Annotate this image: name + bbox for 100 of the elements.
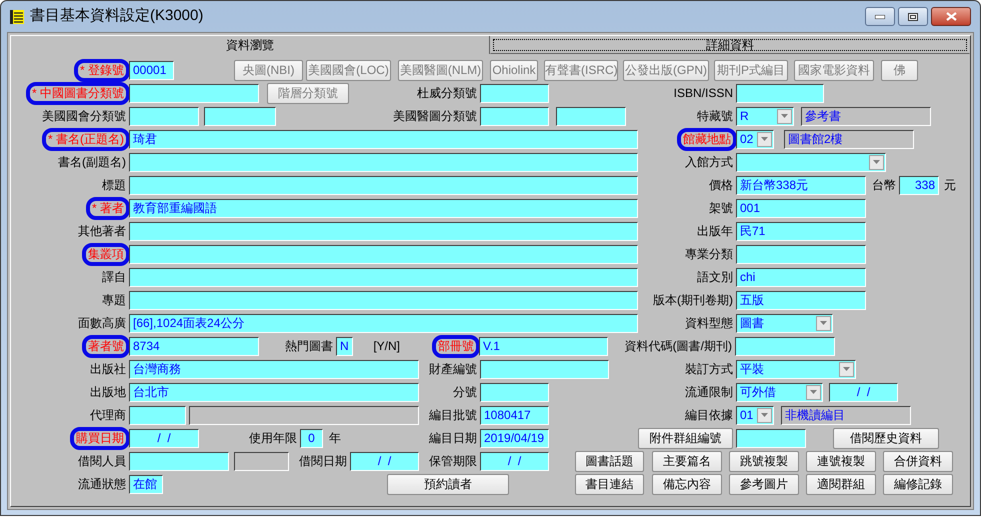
- minimize-button[interactable]: [865, 7, 895, 26]
- text-field[interactable]: [736, 84, 824, 102]
- text-field[interactable]: [129, 452, 229, 470]
- text-field[interactable]: [736, 244, 866, 264]
- action-button[interactable]: 預約讀者: [387, 474, 509, 494]
- field-label: 元: [944, 178, 956, 193]
- text-field[interactable]: 新台幣338元: [736, 176, 866, 194]
- text-field[interactable]: 001: [736, 198, 866, 218]
- field-label: 特藏號: [697, 109, 733, 124]
- field-label: 版本(期刊卷期): [653, 293, 733, 308]
- text-field[interactable]: chi: [736, 268, 866, 286]
- text-field[interactable]: 1080417: [480, 406, 549, 424]
- action-button[interactable]: 借閱歷史資料: [833, 428, 939, 448]
- text-field[interactable]: 0: [300, 428, 323, 448]
- caret-icon: [843, 367, 850, 371]
- field-label: 借閱人員: [78, 454, 126, 469]
- text-field[interactable]: [66],1024面表24公分: [129, 314, 638, 332]
- text-field[interactable]: 民71: [736, 222, 866, 240]
- text-field[interactable]: [480, 360, 609, 378]
- field-label: 價格: [709, 178, 733, 193]
- text-field[interactable]: [129, 176, 638, 194]
- action-button[interactable]: 適閱群組: [806, 474, 876, 494]
- field-label: 其他著者: [78, 224, 126, 239]
- text-field[interactable]: [735, 336, 835, 356]
- dropdown[interactable]: 可外借: [736, 382, 823, 402]
- caret-icon: [820, 321, 827, 325]
- field-label: ISBN/ISSN: [674, 86, 733, 101]
- action-button[interactable]: 合併資料: [883, 450, 953, 472]
- close-icon: [946, 12, 956, 21]
- maximize-button[interactable]: [898, 7, 928, 26]
- text-field[interactable]: 2019/04/19: [480, 428, 549, 448]
- action-button[interactable]: 書目連結: [575, 474, 644, 494]
- dropdown[interactable]: 01: [736, 406, 774, 424]
- dropdown[interactable]: 02: [736, 130, 774, 148]
- action-button[interactable]: 參考圖片: [729, 474, 799, 494]
- field-label: 杜威分類號: [417, 86, 477, 101]
- action-button[interactable]: 附件群組編號: [638, 428, 733, 448]
- minimize-icon: [875, 14, 885, 18]
- action-button[interactable]: 編修記錄: [883, 474, 953, 494]
- dropdown[interactable]: 圖書: [736, 314, 833, 332]
- text-field[interactable]: 參考書: [801, 106, 931, 126]
- text-field[interactable]: / /: [829, 382, 898, 402]
- text-field[interactable]: 8734: [129, 336, 259, 356]
- dropdown[interactable]: R: [736, 106, 794, 126]
- text-field[interactable]: 338: [899, 176, 939, 194]
- text-field[interactable]: [129, 152, 638, 172]
- text-field[interactable]: [129, 290, 638, 310]
- text-field[interactable]: 琦君: [129, 130, 638, 148]
- maximize-icon: [908, 12, 918, 20]
- tab[interactable]: 詳細資料: [490, 36, 970, 54]
- text-field[interactable]: [129, 406, 186, 424]
- text-field[interactable]: 圖書館2樓: [784, 130, 914, 148]
- field-label: 流通狀態: [78, 477, 126, 492]
- text-field[interactable]: 台北市: [129, 382, 419, 402]
- text-field[interactable]: / /: [350, 452, 419, 470]
- field-label: [Y/N]: [373, 339, 400, 354]
- action-button[interactable]: 主要篇名: [652, 450, 722, 472]
- text-field[interactable]: [129, 222, 638, 240]
- text-field[interactable]: [129, 268, 638, 286]
- action-button[interactable]: 跳號複製: [729, 450, 799, 472]
- text-field[interactable]: [480, 84, 549, 102]
- field-label: 專業分類: [685, 247, 733, 262]
- text-field[interactable]: 五版: [736, 290, 866, 310]
- text-field[interactable]: [129, 84, 259, 102]
- field-label: 美國國會分類號: [42, 109, 126, 124]
- text-field[interactable]: [736, 428, 806, 448]
- text-field[interactable]: 在館: [129, 474, 163, 494]
- text-field[interactable]: [189, 406, 419, 424]
- field-label: 資料代碼(圖書/期刊): [624, 339, 732, 354]
- notebook-icon: [10, 10, 24, 24]
- action-button[interactable]: 連號複製: [806, 450, 876, 472]
- window-title: 書目基本資料設定(K3000): [30, 6, 204, 26]
- text-field[interactable]: 00001: [129, 60, 174, 80]
- text-field[interactable]: [234, 452, 289, 470]
- text-field[interactable]: V.1: [479, 336, 608, 356]
- text-field[interactable]: 教育部重編國語: [129, 198, 638, 218]
- field-label: 美國醫圖分類號: [393, 109, 477, 124]
- text-field[interactable]: N: [336, 336, 353, 356]
- field-label: 借閱日期: [299, 454, 347, 469]
- dropdown[interactable]: 平裝: [736, 360, 856, 378]
- dropdown[interactable]: [736, 152, 886, 172]
- action-button[interactable]: 圖書話題: [575, 450, 644, 472]
- text-field[interactable]: / /: [480, 452, 549, 470]
- field-label: 財產編號: [429, 362, 477, 377]
- text-field[interactable]: 台灣商務: [129, 360, 419, 378]
- field-label: 標題: [102, 178, 126, 193]
- field-label: 語文別: [697, 270, 733, 285]
- text-field[interactable]: [480, 106, 549, 126]
- text-field[interactable]: [556, 106, 626, 126]
- text-field[interactable]: [129, 244, 638, 264]
- field-label: 書名(副題名): [58, 155, 126, 170]
- field-label: 專題: [102, 293, 126, 308]
- caret-icon: [761, 137, 768, 141]
- text-field[interactable]: [129, 106, 199, 126]
- text-field[interactable]: 非機讀編目: [781, 406, 911, 424]
- action-button[interactable]: 備忘內容: [652, 474, 722, 494]
- close-button[interactable]: [931, 7, 971, 26]
- text-field[interactable]: [204, 106, 276, 126]
- text-field[interactable]: / /: [129, 428, 199, 448]
- text-field[interactable]: [480, 382, 549, 402]
